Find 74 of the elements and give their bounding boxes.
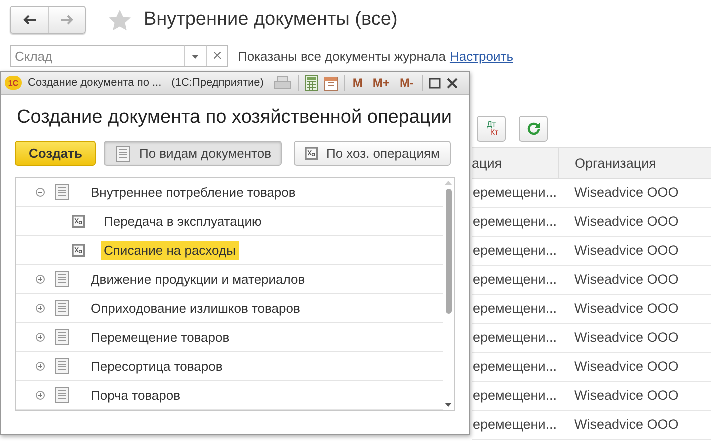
app-logo: 1С [5, 76, 22, 90]
view-tab[interactable]: По хоз. операциям [294, 141, 451, 166]
refresh-button[interactable] [519, 116, 548, 142]
table-cell: Wiseadvice OOO [574, 388, 679, 404]
view-tab[interactable]: По видам документов [104, 141, 282, 166]
memory-button[interactable]: M+ [370, 76, 392, 90]
expand-icon[interactable] [36, 362, 45, 370]
tree-item[interactable]: Перемещение товаров [88, 328, 233, 346]
page-title: Внутренние документы (все) [144, 9, 398, 31]
tree-item[interactable]: Внутреннее потребление товаров [88, 182, 299, 202]
table-cell: Wiseadvice OOO [574, 330, 679, 346]
caret-icon [192, 54, 199, 58]
column-header[interactable]: Организация [558, 148, 711, 178]
tree-item[interactable]: Передача в эксплуатацию [101, 212, 265, 230]
document-icon [54, 184, 70, 200]
table-cell: Wiseadvice OOO [574, 301, 679, 317]
expand-icon[interactable] [36, 304, 45, 312]
document-icon [54, 329, 70, 345]
expand-icon[interactable] [36, 274, 45, 284]
tree-item[interactable]: Порча товаров [88, 386, 184, 404]
table-cell: еремещени... [473, 214, 558, 230]
operation-icon [72, 214, 85, 228]
document-icon [54, 387, 70, 403]
document-icon [54, 358, 70, 374]
calculator-icon[interactable] [304, 75, 318, 91]
table-cell: Wiseadvice OOO [574, 272, 679, 288]
table-cell: еремещени... [473, 272, 558, 288]
table-cell: еремещени... [473, 185, 558, 201]
close-icon[interactable] [446, 78, 458, 88]
expand-icon[interactable] [36, 390, 45, 400]
app-name: (1С:Предприятие) [172, 77, 264, 89]
warehouse-input[interactable]: Склад [10, 45, 184, 67]
expand-icon[interactable] [36, 332, 45, 342]
table-cell: еремещени... [473, 359, 558, 375]
forward-arrow-icon [60, 15, 74, 25]
create-button[interactable]: Создать [15, 141, 96, 166]
document-icon [54, 271, 70, 287]
scroll-down-icon [445, 403, 452, 407]
dialog-heading: Создание документа по хозяйственной операции [17, 107, 454, 129]
table-cell: еремещени... [473, 330, 558, 346]
table-cell: еремещени... [473, 417, 558, 433]
document-icon [54, 300, 70, 316]
dropdown-button[interactable] [184, 45, 206, 67]
clear-button[interactable] [206, 45, 228, 67]
table-cell: Wiseadvice OOO [574, 417, 679, 433]
table-cell: Wiseadvice OOO [574, 243, 679, 259]
maximize-icon[interactable] [428, 78, 441, 88]
table-cell: еремещени... [473, 243, 558, 259]
column-header[interactable]: ация [472, 148, 558, 178]
operation-icon [72, 244, 85, 256]
document-icon [115, 146, 132, 162]
tree-item[interactable]: Движение продукции и материалов [88, 270, 308, 288]
scroll-up-icon [445, 181, 452, 185]
collapse-icon[interactable] [36, 188, 45, 196]
back-arrow-icon [22, 15, 36, 25]
filter-note: Показаны все документы журнала [238, 48, 446, 64]
tree-item[interactable]: Оприходование излишков товаров [88, 298, 304, 318]
window-title: Создание документа по ... [28, 77, 162, 89]
posting-button[interactable]: Дт Кт [477, 116, 506, 142]
operation-icon [305, 147, 318, 160]
close-icon [214, 52, 220, 58]
tree-item[interactable]: Списание на расходы [101, 240, 239, 260]
memory-button[interactable]: M [350, 76, 365, 90]
table-cell: еремещени... [473, 388, 558, 404]
tree-item[interactable]: Пересортица товаров [88, 356, 226, 376]
table-cell: Wiseadvice OOO [574, 359, 679, 375]
settings-link[interactable]: Настроить [450, 48, 514, 64]
table-cell: Wiseadvice OOO [574, 185, 679, 201]
favorite-star-icon[interactable] [108, 8, 132, 32]
table-cell: Wiseadvice OOO [574, 214, 679, 230]
table-cell: еремещени... [473, 301, 558, 317]
memory-button[interactable]: M- [398, 76, 416, 90]
calendar-icon[interactable] [324, 75, 338, 91]
refresh-icon [526, 122, 540, 136]
